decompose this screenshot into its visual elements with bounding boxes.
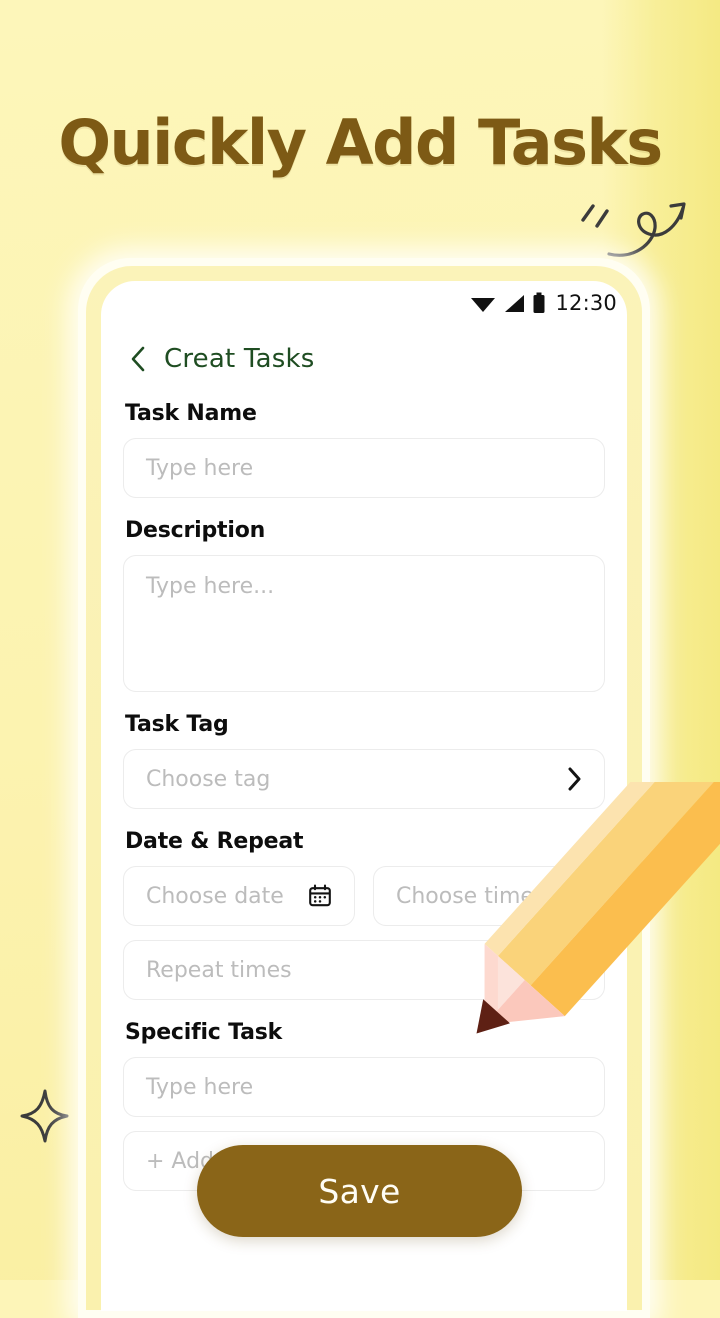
task-name-placeholder: Type here bbox=[146, 455, 254, 481]
save-button-label: Save bbox=[318, 1171, 401, 1211]
calendar-icon-wrap bbox=[308, 884, 332, 908]
repeat-times-placeholder: Repeat times bbox=[146, 957, 292, 983]
choose-time-input[interactable]: Choose time bbox=[373, 866, 605, 926]
screen-title: Creat Tasks bbox=[164, 344, 315, 374]
task-tag-placeholder: Choose tag bbox=[146, 766, 271, 792]
description-group: Description Type here... bbox=[123, 518, 605, 692]
specific-task-placeholder: Type here bbox=[146, 1074, 254, 1100]
calendar-icon[interactable] bbox=[308, 884, 332, 908]
task-name-group: Task Name Type here bbox=[123, 401, 605, 498]
task-name-input[interactable]: Type here bbox=[123, 438, 605, 498]
chevron-left-icon[interactable] bbox=[130, 346, 146, 372]
description-label: Description bbox=[125, 518, 266, 543]
description-textarea[interactable]: Type here... bbox=[123, 555, 605, 692]
date-repeat-group: Date & Repeat Choose date Choose time Re… bbox=[123, 829, 605, 1000]
task-tag-group: Task Tag Choose tag bbox=[123, 712, 605, 809]
task-tag-select[interactable]: Choose tag bbox=[123, 749, 605, 809]
specific-task-input[interactable]: Type here bbox=[123, 1057, 605, 1117]
choose-time-placeholder: Choose time bbox=[396, 883, 534, 909]
repeat-times-input[interactable]: Repeat times bbox=[123, 940, 605, 1000]
curly-arrow-doodle bbox=[581, 202, 686, 257]
task-tag-chevron-wrap bbox=[567, 767, 582, 791]
task-name-label: Task Name bbox=[125, 401, 257, 426]
status-bar-clock: 12:30 bbox=[555, 291, 617, 315]
signal-icon bbox=[505, 295, 525, 312]
wifi-icon bbox=[471, 298, 496, 312]
app-header: Creat Tasks bbox=[101, 333, 627, 385]
choose-date-placeholder: Choose date bbox=[146, 883, 284, 909]
choose-date-input[interactable]: Choose date bbox=[123, 866, 355, 926]
page-title: Quickly Add Tasks bbox=[58, 106, 663, 179]
battery-icon bbox=[533, 292, 545, 313]
description-placeholder: Type here... bbox=[146, 574, 275, 599]
task-tag-label: Task Tag bbox=[125, 712, 229, 737]
four-point-sparkle-doodle bbox=[20, 1089, 69, 1143]
chevron-right-icon[interactable] bbox=[567, 767, 582, 791]
date-repeat-label: Date & Repeat bbox=[125, 829, 304, 854]
create-task-form: Task Name Type here Description Type her… bbox=[101, 401, 627, 1211]
status-bar: 12:30 bbox=[470, 290, 617, 316]
date-time-row: Choose date Choose time bbox=[123, 866, 605, 926]
save-button[interactable]: Save bbox=[197, 1145, 522, 1237]
specific-task-label: Specific Task bbox=[125, 1020, 283, 1045]
